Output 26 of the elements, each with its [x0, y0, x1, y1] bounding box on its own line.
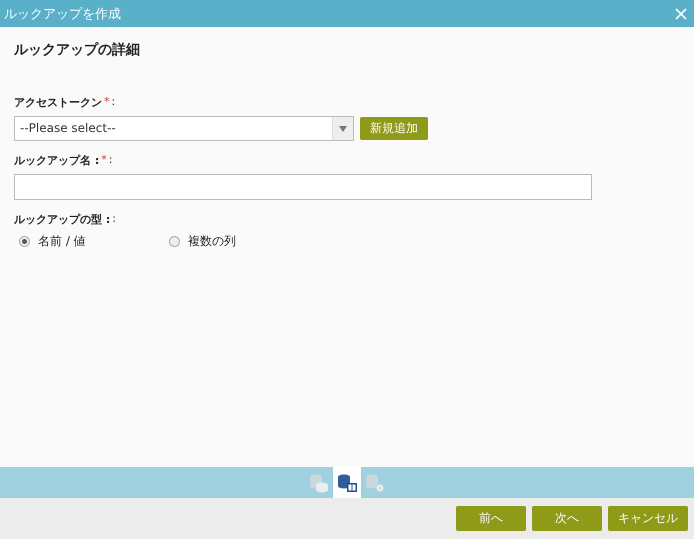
field-label: アクセストークン — [14, 95, 102, 110]
colon: : — [112, 212, 116, 227]
radio-button[interactable] — [169, 236, 180, 247]
radio-label: 複数の列 — [188, 233, 236, 250]
required-mark: * — [101, 153, 107, 168]
token-select[interactable]: --Please select-- — [14, 116, 354, 141]
footer-button[interactable]: 次へ — [532, 506, 602, 531]
section-title: ルックアップの詳細 — [14, 41, 141, 59]
radio-label: 名前 / 値 — [38, 233, 86, 250]
name-input[interactable] — [14, 174, 592, 200]
colon: : — [108, 153, 112, 168]
footer-button[interactable]: 前へ — [456, 506, 526, 531]
dropdown-arrow-icon — [339, 126, 347, 132]
radio-button[interactable] — [19, 236, 30, 247]
step-tab[interactable] — [333, 467, 361, 498]
field-label: ルックアップの型 : — [14, 212, 110, 227]
required-mark: * — [104, 95, 110, 110]
database-table-icon[interactable] — [337, 472, 357, 492]
database-icon[interactable] — [309, 472, 329, 492]
footer-button[interactable]: キャンセル — [608, 506, 688, 531]
field-label: ルックアップ名 : — [14, 153, 100, 168]
close-icon[interactable] — [674, 6, 688, 20]
database-gear-icon[interactable] — [365, 472, 385, 492]
add-new-button[interactable]: 新規追加 — [360, 117, 428, 140]
window-title: ルックアップを作成 — [4, 6, 121, 22]
colon: : — [112, 95, 116, 110]
